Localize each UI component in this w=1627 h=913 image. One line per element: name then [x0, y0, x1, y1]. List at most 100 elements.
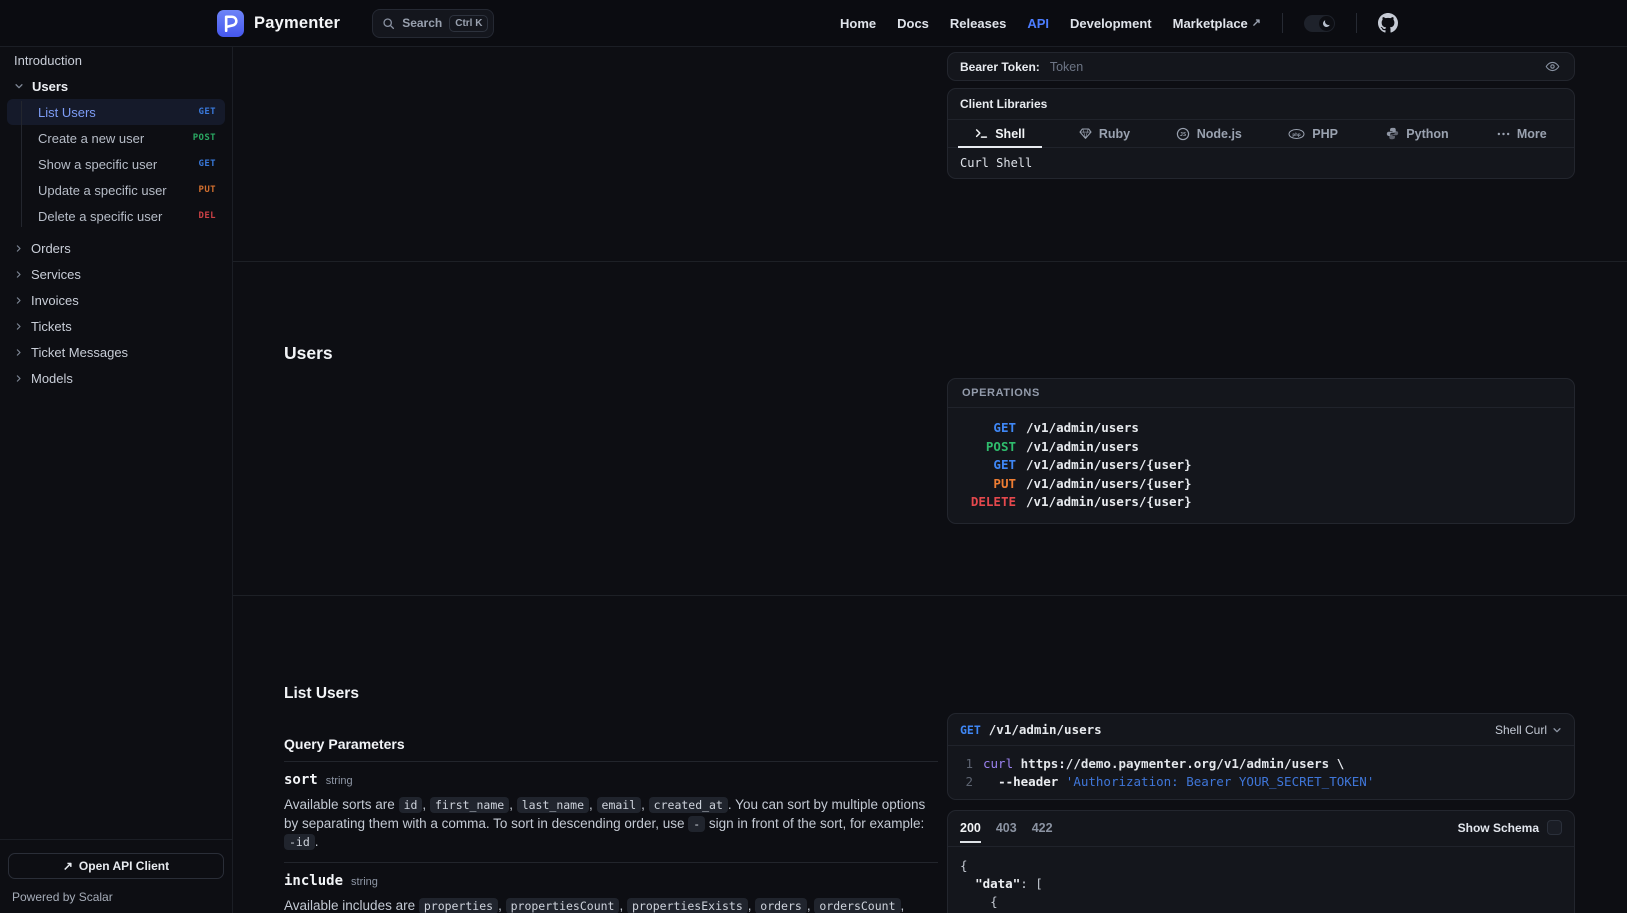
- tab-php[interactable]: php PHP: [1261, 120, 1365, 147]
- status-tab-200[interactable]: 200: [960, 821, 981, 835]
- sidebar-footer: ↗ Open API Client Powered by Scalar: [0, 839, 232, 913]
- chevron-right-icon: [14, 270, 23, 279]
- inline-code: first_name: [430, 797, 509, 813]
- query-parameters-title: Query Parameters: [284, 736, 938, 752]
- operation-method: PUT: [962, 475, 1016, 494]
- open-api-client-button[interactable]: ↗ Open API Client: [8, 853, 224, 879]
- theme-toggle[interactable]: [1304, 15, 1335, 32]
- nav-link-releases[interactable]: Releases: [950, 16, 1006, 31]
- nav-link-label: Docs: [897, 16, 929, 31]
- client-selector-dropdown[interactable]: Shell Curl: [1495, 723, 1562, 737]
- search-shortcut: Ctrl K: [449, 15, 488, 32]
- operation-path: /v1/admin/users/{user}: [1026, 475, 1192, 494]
- param-header: includestring: [284, 872, 938, 890]
- nav-link-label: Development: [1070, 16, 1152, 31]
- powered-by-scalar-link[interactable]: Powered by Scalar: [8, 890, 224, 904]
- sidebar-item-list-users[interactable]: List UsersGET: [7, 99, 225, 125]
- bearer-token-input[interactable]: [1048, 59, 1535, 75]
- sidebar-item-delete-a-specific-user[interactable]: Delete a specific user DEL: [0, 203, 232, 229]
- sidebar-item-orders[interactable]: Orders: [0, 235, 232, 261]
- nav-link-home[interactable]: Home: [840, 16, 876, 31]
- inline-code: email: [597, 797, 642, 813]
- search-input[interactable]: Search Ctrl K: [372, 9, 494, 38]
- operation-row[interactable]: GET/v1/admin/users/{user}: [962, 456, 1560, 475]
- nav-link-label: Home: [840, 16, 876, 31]
- client-libraries-panel: Client Libraries ShellRubyJSNode.jsphpPH…: [947, 88, 1575, 179]
- nodejs-icon: JS: [1176, 127, 1190, 141]
- nav-link-label: Releases: [950, 16, 1006, 31]
- users-section-title: Users: [284, 343, 333, 364]
- show-schema-checkbox[interactable]: [1547, 820, 1562, 835]
- tab-node-js[interactable]: JS Node.js: [1157, 120, 1261, 147]
- sidebar-subitems: List UsersGETCreate a new userPOSTShow a…: [0, 99, 232, 229]
- nav-link-marketplace[interactable]: Marketplace ↗: [1173, 16, 1261, 31]
- json-line: {: [960, 893, 1562, 911]
- inline-code: propertiesCount: [506, 898, 620, 913]
- operation-row[interactable]: DELETE/v1/admin/users/{user}: [962, 493, 1560, 512]
- nav-link-docs[interactable]: Docs: [897, 16, 929, 31]
- brand-link[interactable]: Paymenter: [217, 10, 340, 37]
- tab-label: Python: [1406, 127, 1448, 141]
- github-icon[interactable]: [1378, 13, 1398, 33]
- chevron-right-icon: [14, 374, 23, 383]
- tab-label: Ruby: [1099, 127, 1130, 141]
- eye-icon[interactable]: [1543, 57, 1562, 76]
- sidebar-item-invoices[interactable]: Invoices: [0, 287, 232, 313]
- code-token: https://demo.paymenter.org/v1/admin/user…: [1021, 755, 1345, 773]
- tab-label: Node.js: [1197, 127, 1242, 141]
- chevron-right-icon: [14, 244, 23, 253]
- operation-path: /v1/admin/users: [1026, 419, 1139, 438]
- tab-more[interactable]: More: [1470, 120, 1574, 147]
- method-badge: DEL: [199, 211, 216, 221]
- sidebar-item-show-a-specific-user[interactable]: Show a specific userGET: [0, 151, 232, 177]
- tab-python[interactable]: Python: [1365, 120, 1469, 147]
- code-token: 'Authorization: Bearer YOUR_SECRET_TOKEN…: [1066, 773, 1375, 791]
- nav-link-api[interactable]: API: [1027, 16, 1049, 31]
- tab-ruby[interactable]: Ruby: [1052, 120, 1156, 147]
- response-example-panel: 200403422 Show Schema { "data": [ { "id"…: [947, 810, 1575, 913]
- sidebar-item-create-a-new-user[interactable]: Create a new userPOST: [0, 125, 232, 151]
- external-link-icon: ↗: [1252, 16, 1261, 29]
- svg-text:JS: JS: [1180, 132, 1186, 138]
- nav-link-label: Marketplace: [1173, 16, 1248, 31]
- chevron-right-icon: [14, 348, 23, 357]
- navbar-divider: [1282, 13, 1283, 33]
- sidebar-item-label: Delete a specific user: [38, 209, 162, 224]
- tab-label: More: [1517, 127, 1547, 141]
- sidebar-item-tickets[interactable]: Tickets: [0, 313, 232, 339]
- sidebar-item-update-a-specific-user[interactable]: Update a specific userPUT: [0, 177, 232, 203]
- section-divider: [233, 595, 1627, 596]
- json-line: {: [960, 857, 1562, 875]
- sidebar-item-services[interactable]: Services: [0, 261, 232, 287]
- code-line: 1curl https://demo.paymenter.org/v1/admi…: [960, 755, 1562, 773]
- navbar-links: Home Docs Releases API Development Marketplac…: [840, 13, 1627, 33]
- sidebar-item-introduction[interactable]: Introduction: [0, 47, 232, 73]
- response-header: 200403422 Show Schema: [948, 811, 1574, 847]
- operation-row[interactable]: GET/v1/admin/users: [962, 419, 1560, 438]
- php-icon: php: [1288, 128, 1305, 140]
- tab-label: PHP: [1312, 127, 1338, 141]
- nav-link-development[interactable]: Development: [1070, 16, 1152, 31]
- status-tab-422[interactable]: 422: [1032, 821, 1053, 835]
- param-sort: sortstringAvailable sorts are id, first_…: [284, 761, 938, 862]
- navbar-divider: [1356, 13, 1357, 33]
- more-icon: [1497, 132, 1510, 136]
- operation-row[interactable]: PUT/v1/admin/users/{user}: [962, 475, 1560, 494]
- json-token: "data": [975, 875, 1020, 893]
- request-example-panel: GET /v1/admin/users Shell Curl 1curl htt…: [947, 713, 1575, 800]
- tab-shell[interactable]: Shell: [948, 120, 1052, 147]
- operations-panel: OPERATIONS GET/v1/admin/usersPOST/v1/adm…: [947, 378, 1575, 524]
- sidebar-item-label: Introduction: [14, 53, 82, 68]
- sidebar-item-models[interactable]: Models: [0, 365, 232, 391]
- sidebar-group-users[interactable]: Users: [0, 73, 232, 99]
- sidebar-item-ticket-messages[interactable]: Ticket Messages: [0, 339, 232, 365]
- request-header: GET /v1/admin/users Shell Curl: [948, 714, 1574, 746]
- method-badge: GET: [199, 159, 216, 169]
- operation-path: /v1/admin/users/{user}: [1026, 493, 1192, 512]
- request-method: GET: [960, 723, 981, 737]
- operation-row[interactable]: POST/v1/admin/users: [962, 438, 1560, 457]
- param-type: string: [326, 775, 353, 787]
- param-header: sortstring: [284, 771, 938, 789]
- status-tab-403[interactable]: 403: [996, 821, 1017, 835]
- param-include: includestringAvailable includes are prop…: [284, 862, 938, 913]
